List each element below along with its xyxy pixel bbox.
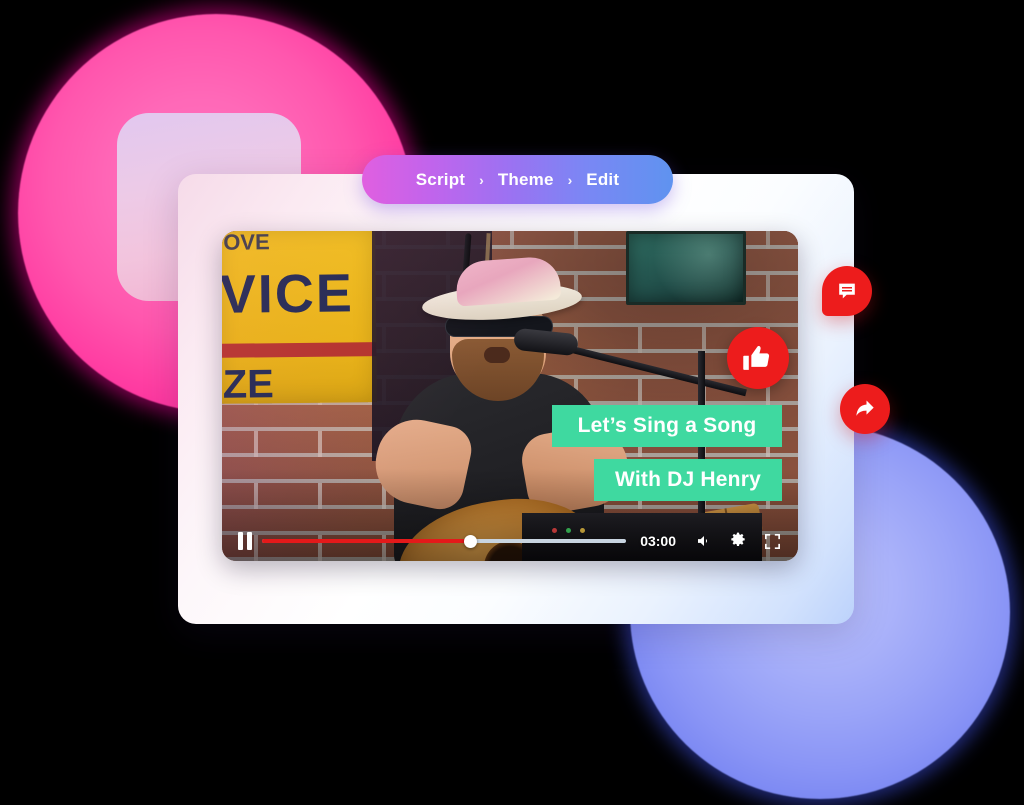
- video-frame-artwork: OVE VICE ZE: [222, 231, 798, 561]
- thumbs-up-icon[interactable]: [727, 327, 789, 389]
- sign-bottom-text: ZE: [222, 362, 275, 407]
- progress-knob[interactable]: [463, 534, 477, 548]
- sign-main-text: VICE: [222, 263, 355, 325]
- time-display: 03:00: [640, 533, 676, 549]
- yellow-street-sign: OVE VICE ZE: [222, 231, 377, 407]
- comment-icon[interactable]: [822, 266, 872, 316]
- musician-mouth: [484, 347, 510, 363]
- video-player[interactable]: OVE VICE ZE Let’s Sing a Song With DJ He…: [222, 231, 798, 561]
- share-arrow-icon[interactable]: [840, 384, 890, 434]
- fullscreen-icon[interactable]: [760, 530, 784, 552]
- chevron-right-icon: ›: [567, 171, 573, 188]
- breadcrumb: Script › Theme › Edit: [362, 155, 673, 204]
- chevron-right-icon: ›: [479, 171, 484, 188]
- progress-bar[interactable]: [262, 533, 627, 549]
- screenshot-stage: Script › Theme › Edit OVE VICE ZE Let’s …: [0, 0, 1024, 805]
- breadcrumb-item-edit[interactable]: Edit: [586, 170, 619, 190]
- volume-icon[interactable]: [692, 530, 716, 552]
- video-controls-bar: 03:00: [222, 521, 798, 561]
- caption-line-1: Let’s Sing a Song: [552, 405, 782, 447]
- sign-red-stripe: [222, 342, 377, 358]
- sign-top-text: OVE: [223, 231, 270, 255]
- pause-icon[interactable]: [238, 532, 252, 550]
- green-metal-panel: [626, 231, 746, 305]
- breadcrumb-item-theme[interactable]: Theme: [498, 170, 554, 190]
- breadcrumb-item-script[interactable]: Script: [416, 170, 465, 190]
- hat-crown: [454, 255, 562, 307]
- caption-line-2: With DJ Henry: [594, 459, 782, 501]
- gear-icon[interactable]: [726, 530, 750, 552]
- progress-fill: [262, 539, 470, 543]
